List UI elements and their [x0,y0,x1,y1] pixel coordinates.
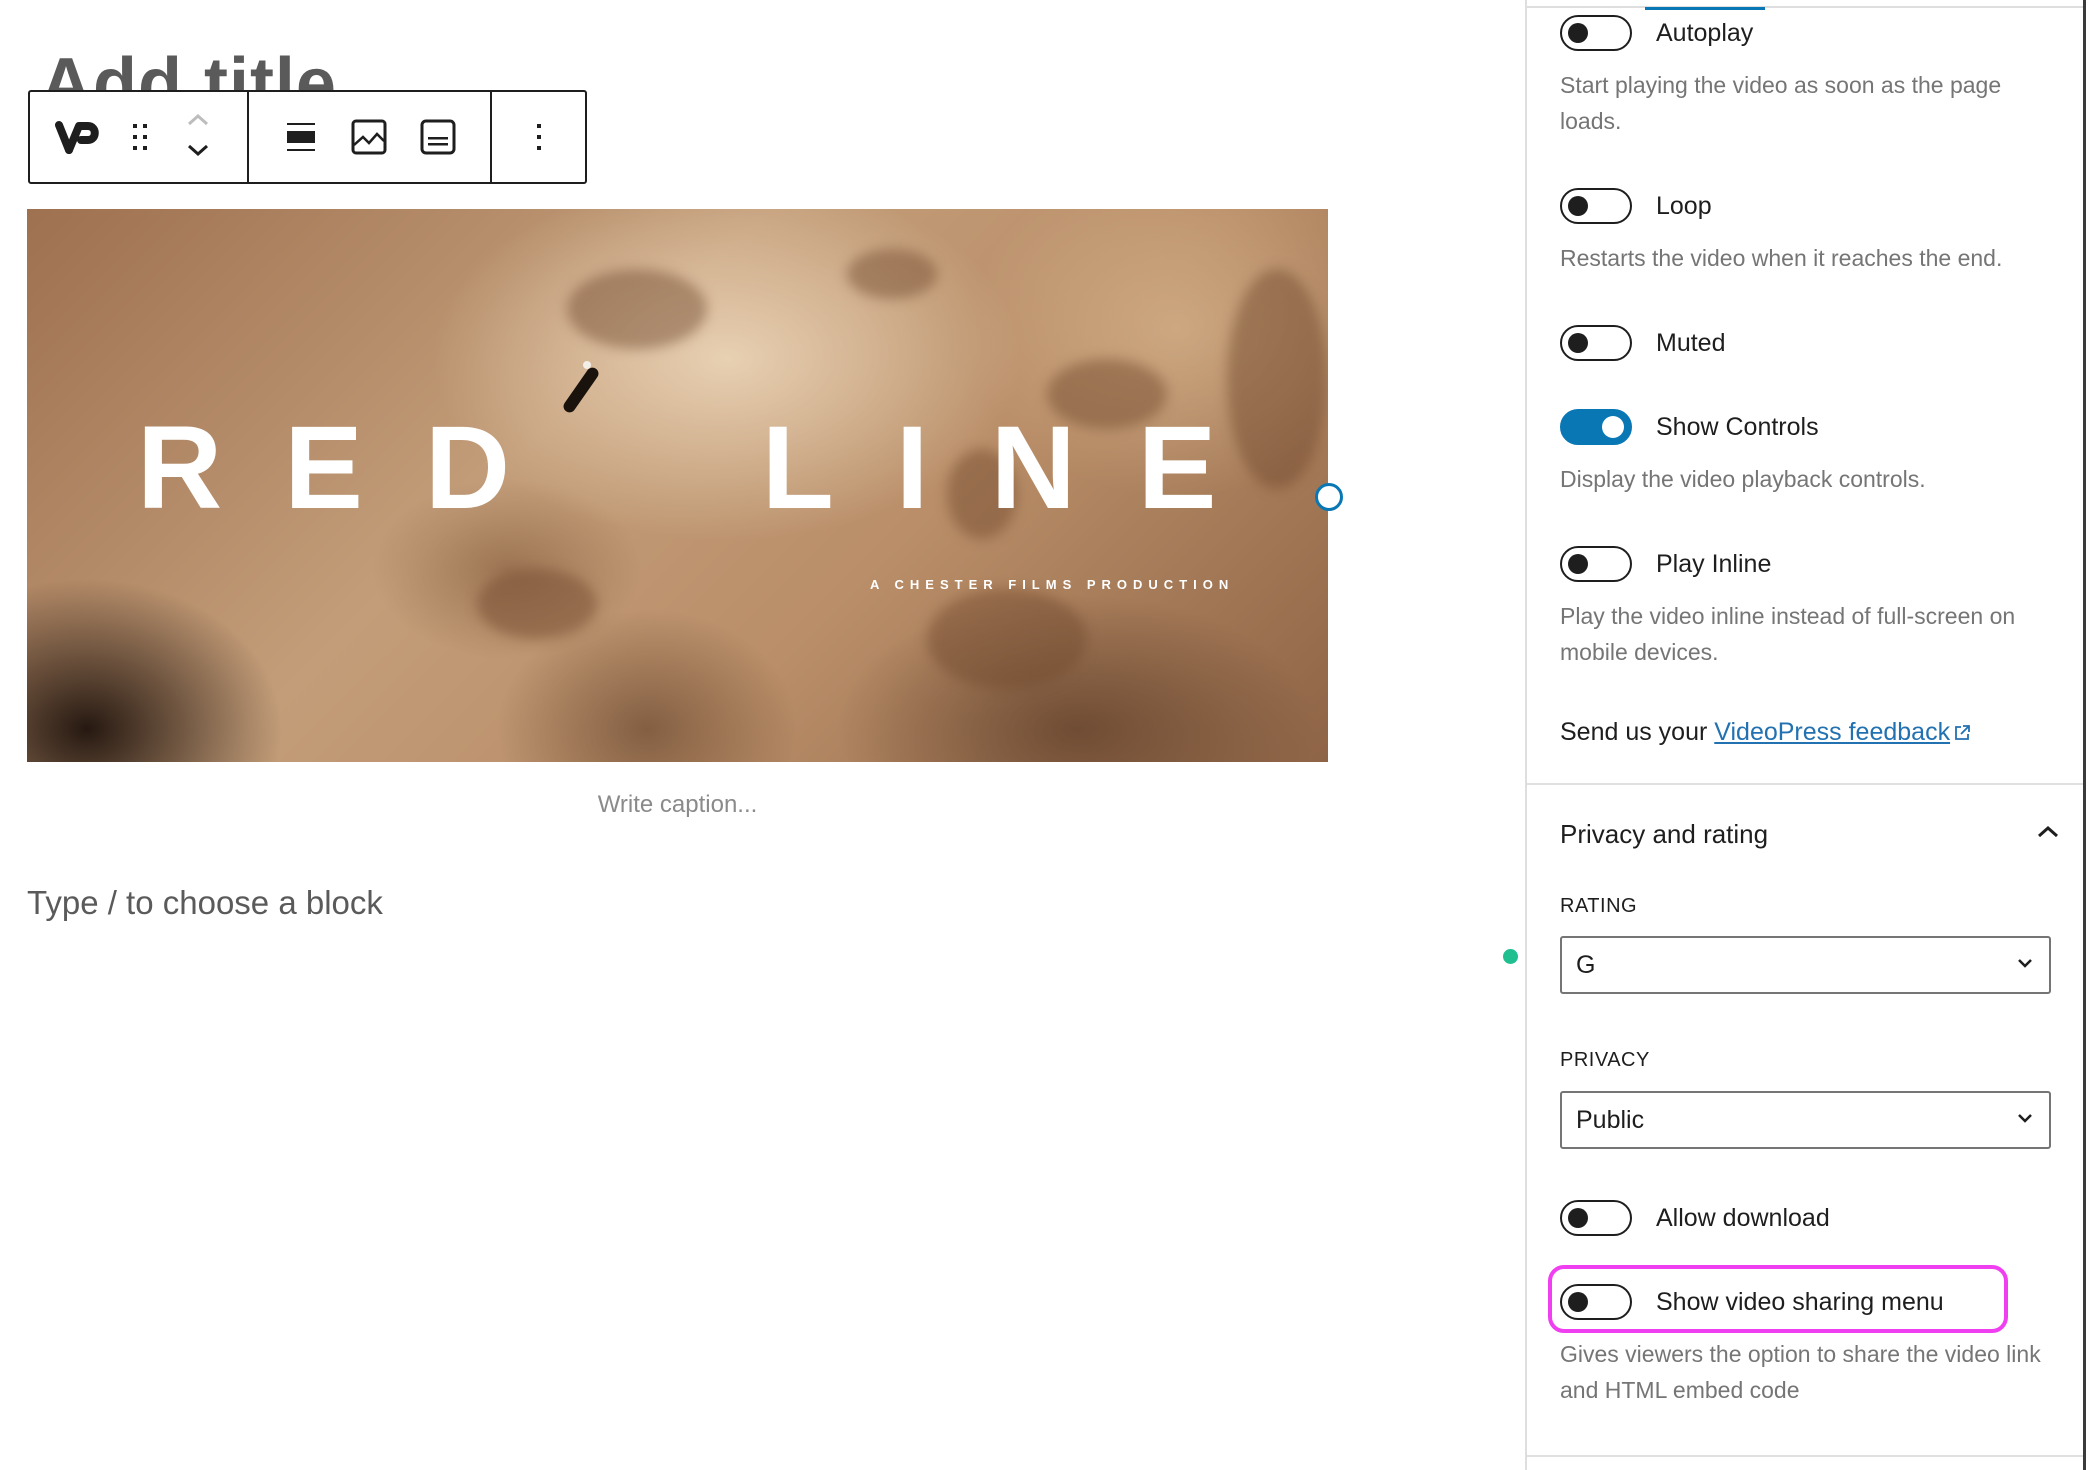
inserter-indicator[interactable] [1503,949,1518,964]
captions-icon[interactable] [410,107,466,167]
muted-label: Muted [1656,328,1726,357]
privacy-panel-toggle[interactable]: Privacy and rating [1560,814,2060,854]
block-toolbar [28,90,587,184]
sidebar-tabs [1527,0,2086,10]
video-preview[interactable]: RED LINE A CHESTER FILMS PRODUCTION [27,209,1328,762]
drag-handle-icon[interactable] [118,107,162,167]
toggle-knob [1568,23,1588,43]
external-link-icon [1953,720,1971,749]
privacy-select[interactable]: Public [1560,1091,2051,1149]
setting-muted: Muted [1560,323,2060,363]
block-appender[interactable]: Type / to choose a block [27,884,383,922]
muted-toggle[interactable] [1560,325,1632,361]
caption-input[interactable]: Write caption... [27,791,1328,819]
toolbar-group-block [30,92,247,182]
rating-label: RATING [1560,895,1638,917]
sharing-menu-help: Gives viewers the option to share the vi… [1560,1341,2041,1403]
show-controls-toggle[interactable] [1560,409,1632,445]
toggle-knob [1568,196,1588,216]
align-wide-icon[interactable] [273,107,329,167]
tab-active-indicator[interactable] [1645,0,1765,10]
editor-canvas: Add title RED LINE A CHESTER FILMS PRODU… [0,0,1525,1470]
toolbar-group-video [247,92,490,182]
dune-shadow [847,249,937,299]
chevron-down-icon [2015,956,2035,975]
privacy-panel-title: Privacy and rating [1560,818,1769,849]
privacy-value: Public [1576,1105,1645,1134]
more-vertical-icon[interactable] [511,107,567,167]
autoplay-toggle[interactable] [1560,15,1632,51]
sharing-menu-label: Show video sharing menu [1656,1287,1944,1316]
chevron-down-icon[interactable] [185,140,211,164]
toggle-knob [1568,333,1588,353]
videopress-logo-icon[interactable] [52,107,104,167]
sharing-menu-toggle[interactable] [1560,1284,1632,1320]
allow-download-label: Allow download [1656,1203,1830,1232]
play-inline-toggle[interactable] [1560,546,1632,582]
toggle-knob [1568,554,1588,574]
setting-sharing-menu: Show video sharing menu Gives viewers th… [1560,1282,2060,1408]
chevron-up-icon[interactable] [185,110,211,134]
block-movers [176,107,220,167]
video-figure-head [583,361,591,369]
autoplay-help: Start playing the video as soon as the p… [1560,72,2002,134]
videopress-feedback-link[interactable]: VideoPress feedback [1714,718,1950,746]
allow-download-toggle[interactable] [1560,1200,1632,1236]
chevron-down-icon [2015,1111,2035,1130]
toggle-knob [1568,1208,1588,1228]
toolbar-group-options [490,92,585,182]
loop-label: Loop [1656,191,1712,220]
chevron-up-icon [2036,824,2060,845]
autoplay-label: Autoplay [1656,18,1754,47]
video-subtitle-text: A CHESTER FILMS PRODUCTION [870,577,1235,592]
panel-divider [1527,783,2086,785]
window-edge [2083,0,2086,1470]
feedback-prefix: Send us your [1560,718,1715,746]
setting-allow-download: Allow download [1560,1198,2060,1238]
privacy-label: PRIVACY [1560,1049,1650,1071]
show-controls-label: Show Controls [1656,412,1819,441]
toggle-knob [1602,416,1624,438]
post-title-placeholder[interactable]: Add title [40,48,337,92]
setting-play-inline: Play Inline Play the video inline instea… [1560,544,2060,670]
setting-autoplay: Autoplay Start playing the video as soon… [1560,13,2060,139]
dune-shadow [927,589,1087,689]
setting-loop: Loop Restarts the video when it reaches … [1560,186,2060,276]
feedback-line: Send us your VideoPress feedback [1560,718,1971,749]
loop-toggle[interactable] [1560,188,1632,224]
rating-value: G [1576,950,1596,979]
show-controls-help: Display the video playback controls. [1560,466,1926,492]
dune-shadow [477,569,597,639]
dune-shadow [567,269,707,349]
panel-divider [1527,1455,2086,1457]
image-icon[interactable] [341,107,397,167]
setting-show-controls: Show Controls Display the video playback… [1560,407,2060,497]
settings-sidebar: Autoplay Start playing the video as soon… [1525,0,2086,1470]
video-title-text: RED LINE [137,402,1279,534]
resize-handle[interactable] [1315,483,1343,511]
toggle-knob [1568,1292,1588,1312]
play-inline-help: Play the video inline instead of full-sc… [1560,603,2016,665]
rating-select[interactable]: G [1560,936,2051,994]
loop-help: Restarts the video when it reaches the e… [1560,245,2003,271]
play-inline-label: Play Inline [1656,549,1772,578]
